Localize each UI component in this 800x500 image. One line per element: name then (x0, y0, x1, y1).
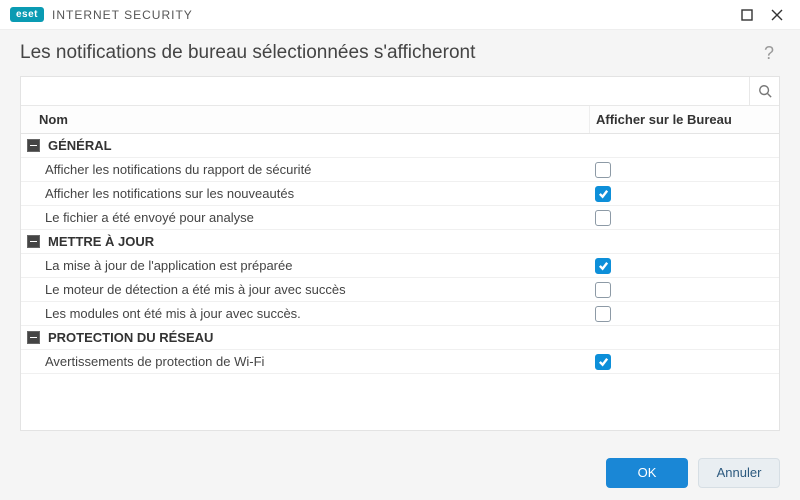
page-header: Les notifications de bureau sélectionnée… (0, 30, 800, 76)
dialog-footer: OK Annuler (0, 445, 800, 500)
search-icon (758, 84, 772, 98)
show-on-desktop-checkbox[interactable] (595, 186, 611, 202)
rows-container: GÉNÉRAL Afficher les notifications du rap… (21, 134, 779, 374)
setting-label: Le fichier a été envoyé pour analyse (45, 210, 254, 225)
brand-badge: eset (10, 7, 44, 22)
setting-row: Avertissements de protection de Wi-Fi (21, 350, 779, 374)
setting-label: Le moteur de détection a été mis à jour … (45, 282, 346, 297)
close-icon (771, 9, 783, 21)
collapse-icon (27, 139, 40, 152)
ok-button[interactable]: OK (606, 458, 688, 488)
show-on-desktop-checkbox[interactable] (595, 306, 611, 322)
setting-row: Les modules ont été mis à jour avec succ… (21, 302, 779, 326)
search-input[interactable] (21, 77, 749, 105)
column-header-show[interactable]: Afficher sur le Bureau (589, 106, 779, 133)
close-button[interactable] (762, 0, 792, 30)
settings-panel: Nom Afficher sur le Bureau GÉNÉRAL Affich… (20, 76, 780, 431)
show-on-desktop-checkbox[interactable] (595, 282, 611, 298)
column-header-name[interactable]: Nom (21, 112, 589, 127)
content-area: Nom Afficher sur le Bureau GÉNÉRAL Affich… (0, 76, 800, 441)
maximize-icon (741, 9, 753, 21)
setting-label: Avertissements de protection de Wi-Fi (45, 354, 264, 369)
cancel-button[interactable]: Annuler (698, 458, 780, 488)
table-header: Nom Afficher sur le Bureau (21, 106, 779, 134)
setting-row: Le fichier a été envoyé pour analyse (21, 206, 779, 230)
collapse-icon (27, 235, 40, 248)
show-on-desktop-checkbox[interactable] (595, 354, 611, 370)
maximize-button[interactable] (732, 0, 762, 30)
page-title: Les notifications de bureau sélectionnée… (20, 42, 475, 64)
setting-label: Afficher les notifications du rapport de… (45, 162, 311, 177)
collapse-icon (27, 331, 40, 344)
titlebar: eset INTERNET SECURITY (0, 0, 800, 30)
group-label: METTRE À JOUR (48, 234, 154, 249)
group-label: PROTECTION DU RÉSEAU (48, 330, 213, 345)
group-label: GÉNÉRAL (48, 138, 112, 153)
search-row (21, 77, 779, 106)
help-icon: ? (764, 43, 774, 63)
setting-row: Le moteur de détection a été mis à jour … (21, 278, 779, 302)
setting-row: La mise à jour de l'application est prép… (21, 254, 779, 278)
setting-label: La mise à jour de l'application est prép… (45, 258, 292, 273)
search-button[interactable] (749, 77, 779, 105)
group-row[interactable]: METTRE À JOUR (21, 230, 779, 254)
brand-product-text: INTERNET SECURITY (52, 8, 193, 22)
setting-row: Afficher les notifications sur les nouve… (21, 182, 779, 206)
group-row[interactable]: GÉNÉRAL (21, 134, 779, 158)
setting-label: Afficher les notifications sur les nouve… (45, 186, 294, 201)
show-on-desktop-checkbox[interactable] (595, 162, 611, 178)
show-on-desktop-checkbox[interactable] (595, 258, 611, 274)
help-button[interactable]: ? (758, 39, 780, 68)
setting-label: Les modules ont été mis à jour avec succ… (45, 306, 301, 321)
setting-row: Afficher les notifications du rapport de… (21, 158, 779, 182)
group-row[interactable]: PROTECTION DU RÉSEAU (21, 326, 779, 350)
show-on-desktop-checkbox[interactable] (595, 210, 611, 226)
